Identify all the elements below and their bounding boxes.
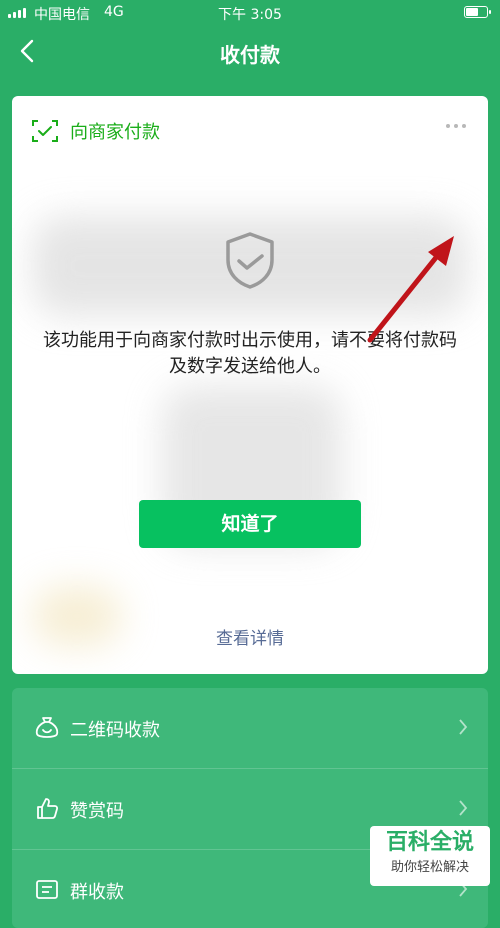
chevron-right-icon bbox=[459, 719, 468, 735]
more-options-icon[interactable] bbox=[446, 124, 466, 128]
navigation-bar: 收付款 bbox=[0, 26, 500, 78]
money-bag-icon bbox=[35, 717, 59, 738]
ok-button[interactable]: 知道了 bbox=[139, 500, 361, 548]
card-title: 向商家付款 bbox=[70, 122, 160, 143]
view-details-link[interactable]: 查看详情 bbox=[12, 624, 488, 649]
site-watermark: 百科全说 助你轻松解决 bbox=[370, 826, 490, 886]
watermark-title: 百科全说 bbox=[385, 830, 474, 855]
shield-icon bbox=[226, 232, 274, 289]
group-collect-icon bbox=[36, 880, 58, 899]
thumbs-up-icon bbox=[37, 798, 59, 819]
list-item-label: 赞赏码 bbox=[70, 801, 124, 822]
list-item-qr-collect[interactable]: 二维码收款 bbox=[12, 688, 488, 768]
card-header: 向商家付款 bbox=[32, 118, 160, 144]
collect-options-list: 二维码收款 赞赏码 群收款 bbox=[12, 688, 488, 928]
annotation-arrow bbox=[367, 236, 454, 343]
watermark-subtitle: 助你轻松解决 bbox=[390, 860, 469, 875]
clock: 下午 3:05 bbox=[218, 7, 282, 23]
page-title: 收付款 bbox=[220, 43, 280, 67]
chevron-right-icon bbox=[459, 800, 468, 816]
battery-icon bbox=[464, 6, 491, 18]
pay-merchant-card: 向商家付款 该功能用于向商家付款时出示使用，请不要将付款码及数字发送给他人。 知… bbox=[12, 96, 488, 674]
status-bar: 中国电信 4G 下午 3:05 bbox=[0, 0, 500, 26]
scan-pay-icon bbox=[32, 120, 58, 142]
list-item-label: 群收款 bbox=[70, 882, 124, 903]
list-item-label: 二维码收款 bbox=[70, 720, 160, 741]
